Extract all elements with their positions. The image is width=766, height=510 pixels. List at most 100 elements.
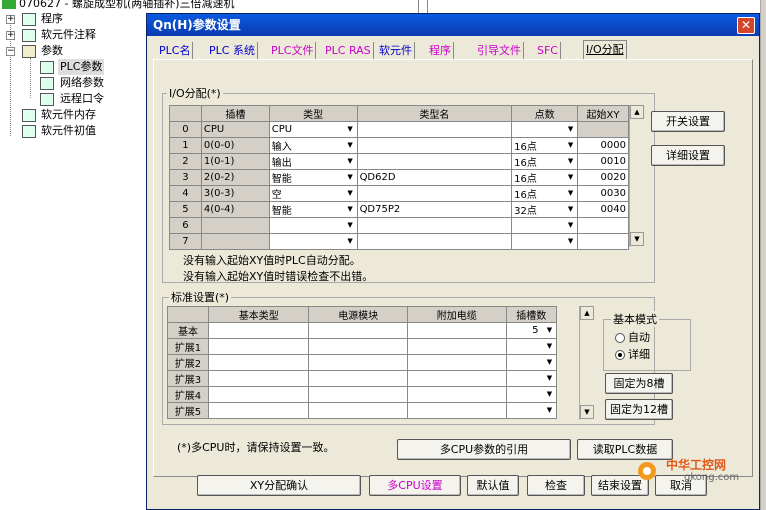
extension-cable-dropdown[interactable] — [406, 354, 507, 371]
slot-count-dropdown[interactable]: ▼ — [505, 386, 558, 403]
tree-item-network-param[interactable]: 网络参数 — [60, 75, 104, 91]
type-dropdown[interactable]: CPU ▼ — [268, 121, 358, 138]
base-type-dropdown[interactable] — [208, 354, 310, 371]
type-dropdown[interactable]: 空 ▼ — [268, 185, 358, 202]
chevron-down-icon[interactable]: ▼ — [565, 139, 576, 152]
chevron-down-icon[interactable]: ▼ — [345, 123, 356, 136]
chevron-down-icon[interactable]: ▼ — [345, 187, 356, 200]
chevron-down-icon[interactable]: ▼ — [345, 235, 356, 248]
scroll-down-icon[interactable]: ▼ — [580, 405, 594, 419]
start-xy-cell[interactable]: 0030 — [577, 185, 629, 202]
points-dropdown[interactable]: 16点 ▼ — [511, 185, 579, 202]
scroll-down-icon[interactable]: ▼ — [630, 232, 644, 246]
window-scrollbar[interactable] — [760, 0, 766, 510]
slot-count-dropdown[interactable]: 5 ▼ — [505, 322, 558, 339]
scroll-up-icon[interactable]: ▲ — [630, 105, 644, 119]
chevron-down-icon[interactable]: ▼ — [544, 356, 555, 369]
start-xy-cell[interactable] — [577, 217, 629, 234]
power-module-dropdown[interactable] — [308, 322, 408, 339]
tree-item-device-memory[interactable]: 软元件内存 — [41, 107, 96, 123]
model-name-cell[interactable] — [356, 217, 513, 234]
chevron-down-icon[interactable]: ▼ — [565, 235, 576, 248]
power-module-dropdown[interactable] — [308, 354, 408, 371]
extension-cable-dropdown[interactable] — [406, 370, 507, 387]
tree-item-device-comment[interactable]: 软元件注释 — [41, 27, 96, 43]
model-name-cell[interactable] — [356, 233, 513, 250]
tree-item-parameter[interactable]: 参数 — [41, 43, 63, 59]
xy-assign-confirm-button[interactable]: XY分配确认 — [197, 475, 361, 496]
model-name-cell[interactable] — [356, 153, 513, 170]
chevron-down-icon[interactable]: ▼ — [565, 171, 576, 184]
tree-item-device-init[interactable]: 软元件初值 — [41, 123, 96, 139]
type-dropdown[interactable]: 智能 ▼ — [268, 169, 358, 186]
points-dropdown[interactable]: ▼ — [511, 217, 579, 234]
chevron-down-icon[interactable]: ▼ — [345, 139, 356, 152]
tab-io-assignment[interactable]: I/O分配 — [583, 40, 627, 59]
base-type-dropdown[interactable] — [208, 338, 310, 355]
start-xy-cell[interactable] — [577, 233, 629, 250]
chevron-down-icon[interactable]: ▼ — [345, 219, 356, 232]
base-type-dropdown[interactable] — [208, 322, 310, 339]
slot-count-dropdown[interactable]: ▼ — [505, 354, 558, 371]
model-name-cell[interactable]: QD75P2 — [356, 201, 513, 218]
chevron-down-icon[interactable]: ▼ — [345, 155, 356, 168]
chevron-down-icon[interactable]: ▼ — [345, 171, 356, 184]
power-module-dropdown[interactable] — [308, 338, 408, 355]
expand-icon[interactable]: + — [6, 31, 15, 40]
io-table-scrollbar[interactable]: ▲ ▼ — [629, 105, 645, 247]
multicpu-setting-button[interactable]: 多CPU设置 — [369, 475, 461, 496]
switch-setting-button[interactable]: 开关设置 — [651, 111, 725, 132]
points-dropdown[interactable]: 16点 ▼ — [511, 153, 579, 170]
type-dropdown[interactable]: 输出 ▼ — [268, 153, 358, 170]
fix-12-slot-button[interactable]: 固定为12槽 — [605, 399, 673, 420]
base-type-dropdown[interactable] — [208, 386, 310, 403]
start-xy-cell[interactable]: 0020 — [577, 169, 629, 186]
expand-icon[interactable]: + — [6, 15, 15, 24]
check-button[interactable]: 检查 — [527, 475, 585, 496]
power-module-dropdown[interactable] — [308, 386, 408, 403]
chevron-down-icon[interactable]: ▼ — [544, 324, 555, 337]
tab-plc-file[interactable]: PLC文件 — [269, 42, 317, 59]
type-dropdown[interactable]: 输入 ▼ — [268, 137, 358, 154]
base-type-dropdown[interactable] — [208, 402, 310, 419]
start-xy-cell[interactable]: 0010 — [577, 153, 629, 170]
start-xy-cell[interactable] — [577, 121, 629, 138]
dialog-titlebar[interactable]: Qn(H)参数设置 — [147, 14, 759, 36]
detail-setting-button[interactable]: 详细设置 — [651, 145, 725, 166]
chevron-down-icon[interactable]: ▼ — [544, 372, 555, 385]
points-dropdown[interactable]: ▼ — [511, 121, 579, 138]
tab-plc-ras[interactable]: PLC RAS — [323, 42, 374, 59]
mode-auto-radio[interactable]: 自动 — [615, 329, 650, 345]
multicpu-param-ref-button[interactable]: 多CPU参数的引用 — [397, 439, 571, 460]
type-dropdown[interactable]: ▼ — [268, 233, 358, 250]
extension-cable-dropdown[interactable] — [406, 338, 507, 355]
points-dropdown[interactable]: 16点 ▼ — [511, 137, 579, 154]
tree-item-plc-param[interactable]: PLC参数 — [58, 59, 105, 75]
power-module-dropdown[interactable] — [308, 370, 408, 387]
chevron-down-icon[interactable]: ▼ — [544, 388, 555, 401]
slot-count-dropdown[interactable]: ▼ — [505, 402, 558, 419]
model-name-cell[interactable] — [356, 185, 513, 202]
model-name-cell[interactable]: QD62D — [356, 169, 513, 186]
chevron-down-icon[interactable]: ▼ — [345, 203, 356, 216]
base-type-dropdown[interactable] — [208, 370, 310, 387]
tree-item-remote-password[interactable]: 远程口令 — [60, 91, 104, 107]
start-xy-cell[interactable]: 0000 — [577, 137, 629, 154]
slot-count-dropdown[interactable]: ▼ — [505, 338, 558, 355]
tab-plc-system[interactable]: PLC 系统 — [207, 42, 258, 59]
chevron-down-icon[interactable]: ▼ — [544, 404, 555, 417]
points-dropdown[interactable]: 32点 ▼ — [511, 201, 579, 218]
model-name-cell[interactable] — [356, 137, 513, 154]
chevron-down-icon[interactable]: ▼ — [565, 203, 576, 216]
close-button[interactable]: ✕ — [737, 17, 755, 34]
tree-item-program[interactable]: 程序 — [41, 11, 63, 27]
scroll-up-icon[interactable]: ▲ — [580, 306, 594, 320]
slot-count-dropdown[interactable]: ▼ — [505, 370, 558, 387]
fix-8-slot-button[interactable]: 固定为8槽 — [605, 373, 673, 394]
chevron-down-icon[interactable]: ▼ — [544, 340, 555, 353]
extension-cable-dropdown[interactable] — [406, 402, 507, 419]
tab-sfc[interactable]: SFC — [535, 42, 561, 59]
chevron-down-icon[interactable]: ▼ — [565, 219, 576, 232]
tab-device[interactable]: 软元件 — [377, 42, 415, 59]
extension-cable-dropdown[interactable] — [406, 322, 507, 339]
